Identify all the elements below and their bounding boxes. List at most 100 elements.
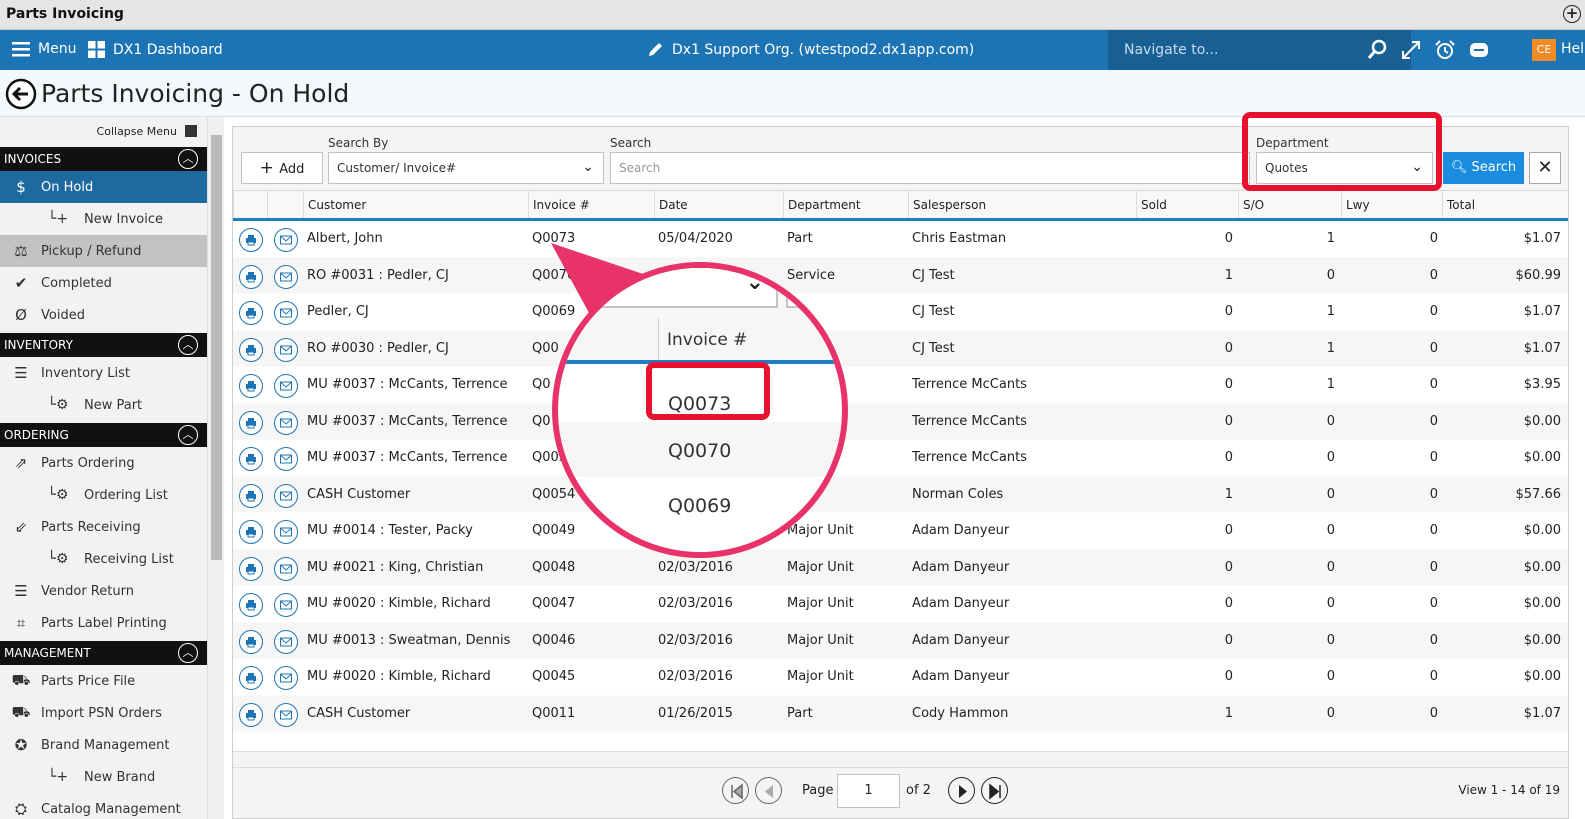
chat-icon[interactable] (1468, 39, 1490, 61)
email-icon[interactable] (274, 520, 298, 544)
sidebar-item-completed[interactable]: ✔ Completed (0, 267, 207, 299)
email-icon[interactable] (274, 593, 298, 617)
email-icon[interactable] (274, 374, 298, 398)
email-icon[interactable] (274, 410, 298, 435)
sidebar-item-vendor-return[interactable]: ☰ Vendor Return (0, 575, 207, 607)
table-row[interactable]: MU #0014 : Tester, Packy Q0049 Major Unit A… (233, 513, 1568, 550)
help-link[interactable]: Help (1561, 41, 1585, 57)
print-icon[interactable] (239, 337, 263, 362)
header-invoice[interactable]: Invoice # (528, 191, 654, 218)
sidebar-item-receiving-list[interactable]: └⚙ Receiving List (0, 543, 207, 575)
table-row[interactable]: MU #0037 : McCants, TerrenceQ0nitTerrenc… (233, 403, 1568, 440)
table-row[interactable]: CASH CustomerQ0054artNorman Coles100$57.… (233, 476, 1568, 513)
table-row[interactable]: MU #0020 : Kimble, Richard Q0047 02/03/201… (233, 586, 1568, 623)
sidebar-item-parts-label-printing[interactable]: ⌗ Parts Label Printing (0, 607, 207, 639)
header-sold[interactable]: Sold (1136, 191, 1238, 218)
dashboard-button[interactable]: DX1 Dashboard (88, 41, 223, 58)
search-input[interactable]: Search (610, 152, 1250, 184)
horizontal-scrollbar[interactable] (233, 751, 1568, 767)
collapse-menu-button[interactable]: Collapse Menu (0, 117, 207, 145)
last-page-icon[interactable] (981, 777, 1008, 804)
print-icon[interactable] (239, 520, 263, 544)
sidebar-item-import-psn-orders[interactable]: ⛟ Import PSN Orders (0, 697, 207, 729)
print-icon[interactable] (239, 629, 263, 654)
section-management[interactable]: MANAGEMENT ︿ (0, 641, 207, 665)
print-icon[interactable] (239, 666, 263, 690)
print-icon[interactable] (239, 556, 263, 581)
sidebar-item-ordering-list[interactable]: └⚙ Ordering List (0, 479, 207, 511)
sidebar-item-new-invoice[interactable]: └+ New Invoice (0, 203, 207, 235)
email-icon[interactable] (274, 264, 298, 289)
section-invoices[interactable]: INVOICES ︿ (0, 147, 207, 171)
user-avatar[interactable]: CE (1532, 39, 1556, 61)
table-row[interactable]: CASH Customer Q0011 01/26/2015 Part Cody Ham… (233, 695, 1568, 732)
clear-button[interactable]: ✕ (1529, 152, 1561, 184)
page-input[interactable]: 1 (837, 774, 900, 808)
header-salesperson[interactable]: Salesperson (908, 191, 1136, 218)
email-icon[interactable] (274, 629, 298, 654)
table-row[interactable]: Pedler, CJ Q0069 CJ Test 0 1 0 $1.07 (233, 294, 1568, 331)
sidebar-item-parts-price-file[interactable]: ⛟ Parts Price File (0, 665, 207, 697)
header-department[interactable]: Department (783, 191, 908, 218)
sidebar-item-parts-receiving[interactable]: ⇙ Parts Receiving (0, 511, 207, 543)
header-total[interactable]: Total (1442, 191, 1568, 218)
expand-icon[interactable] (1400, 39, 1422, 61)
sidebar-item-voided[interactable]: Ø Voided (0, 299, 207, 331)
email-icon[interactable] (274, 301, 298, 325)
email-icon[interactable] (274, 556, 298, 581)
print-icon[interactable] (239, 702, 263, 727)
sidebar-item-on-hold[interactable]: $ On Hold (0, 171, 207, 203)
sidebar-item-pickup-refund[interactable]: ⚖ Pickup / Refund (0, 235, 207, 267)
search-icon[interactable] (1366, 39, 1388, 61)
sidebar-item-inventory-list[interactable]: ☰ Inventory List (0, 357, 207, 389)
print-icon[interactable] (239, 593, 263, 617)
back-arrow-icon[interactable] (5, 78, 37, 110)
email-icon[interactable] (274, 228, 298, 252)
table-row[interactable]: RO #0031 : Pedler, CJQ0070ServiceCJ Test… (233, 257, 1568, 294)
first-page-icon[interactable] (722, 777, 749, 804)
email-icon[interactable] (274, 702, 298, 727)
cell-sold: 0 (1224, 632, 1233, 648)
print-icon[interactable] (239, 264, 263, 289)
table-row[interactable]: MU #0037 : McCants, TerrenceQ005UnitTerr… (233, 440, 1568, 477)
table-row[interactable]: MU #0013 : Sweatman, Dennis Q0046 02/03/20… (233, 622, 1568, 659)
table-row[interactable]: MU #0021 : King, Christian Q0048 02/03/201… (233, 549, 1568, 586)
header-date[interactable]: Date (654, 191, 783, 218)
sidebar-scrollbar[interactable] (207, 117, 224, 819)
section-ordering[interactable]: ORDERING ︿ (0, 423, 207, 447)
table-row[interactable]: RO #0030 : Pedler, CJ Q00 CJ Test 0 1 0 $1.07 (233, 330, 1568, 367)
section-inventory[interactable]: INVENTORY ︿ (0, 333, 207, 357)
sidebar-item-brand-management[interactable]: ✪ Brand Management (0, 729, 207, 761)
menu-button[interactable]: Menu (12, 41, 76, 57)
print-icon[interactable] (239, 410, 263, 435)
email-icon[interactable] (274, 666, 298, 690)
email-icon[interactable] (274, 483, 298, 508)
add-window-icon[interactable]: + (1563, 5, 1581, 23)
email-icon[interactable] (274, 337, 298, 362)
search-button[interactable]: 🔍︎ Search (1443, 152, 1524, 184)
print-icon[interactable] (239, 228, 263, 252)
sidebar-scroll-thumb[interactable] (211, 135, 222, 560)
table-row[interactable]: MU #0020 : Kimble, Richard Q0045 02/03/201… (233, 659, 1568, 696)
sidebar-item-catalog-management[interactable]: ⛭ Catalog Management (0, 793, 207, 819)
sidebar-item-parts-ordering[interactable]: ⇗ Parts Ordering (0, 447, 207, 479)
next-page-icon[interactable] (948, 777, 975, 804)
email-icon[interactable] (274, 447, 298, 471)
org-selector[interactable]: Dx1 Support Org. (wtestpod2.dx1app.com) (647, 41, 974, 58)
main-panel: + Add Search By Customer/ Invoice# ⌄ Sear… (232, 126, 1569, 819)
print-icon[interactable] (239, 483, 263, 508)
sidebar-item-new-part[interactable]: └⚙ New Part (0, 389, 207, 421)
header-lwy[interactable]: Lwy (1341, 191, 1442, 218)
print-icon[interactable] (239, 374, 263, 398)
add-button[interactable]: + Add (241, 152, 323, 184)
alarm-clock-icon[interactable] (1434, 39, 1456, 61)
prev-page-icon[interactable] (755, 777, 782, 804)
print-icon[interactable] (239, 447, 263, 471)
table-row[interactable]: Albert, John Q0073 05/04/2020 Part Chris Eas… (233, 221, 1568, 258)
header-customer[interactable]: Customer (303, 191, 528, 218)
sidebar-item-new-brand[interactable]: └+ New Brand (0, 761, 207, 793)
header-so[interactable]: S/O (1238, 191, 1341, 218)
table-row[interactable]: MU #0037 : McCants, TerrenceQ0nitTerrenc… (233, 367, 1568, 404)
print-icon[interactable] (239, 301, 263, 325)
search-by-select[interactable]: Customer/ Invoice# ⌄ (328, 152, 604, 184)
